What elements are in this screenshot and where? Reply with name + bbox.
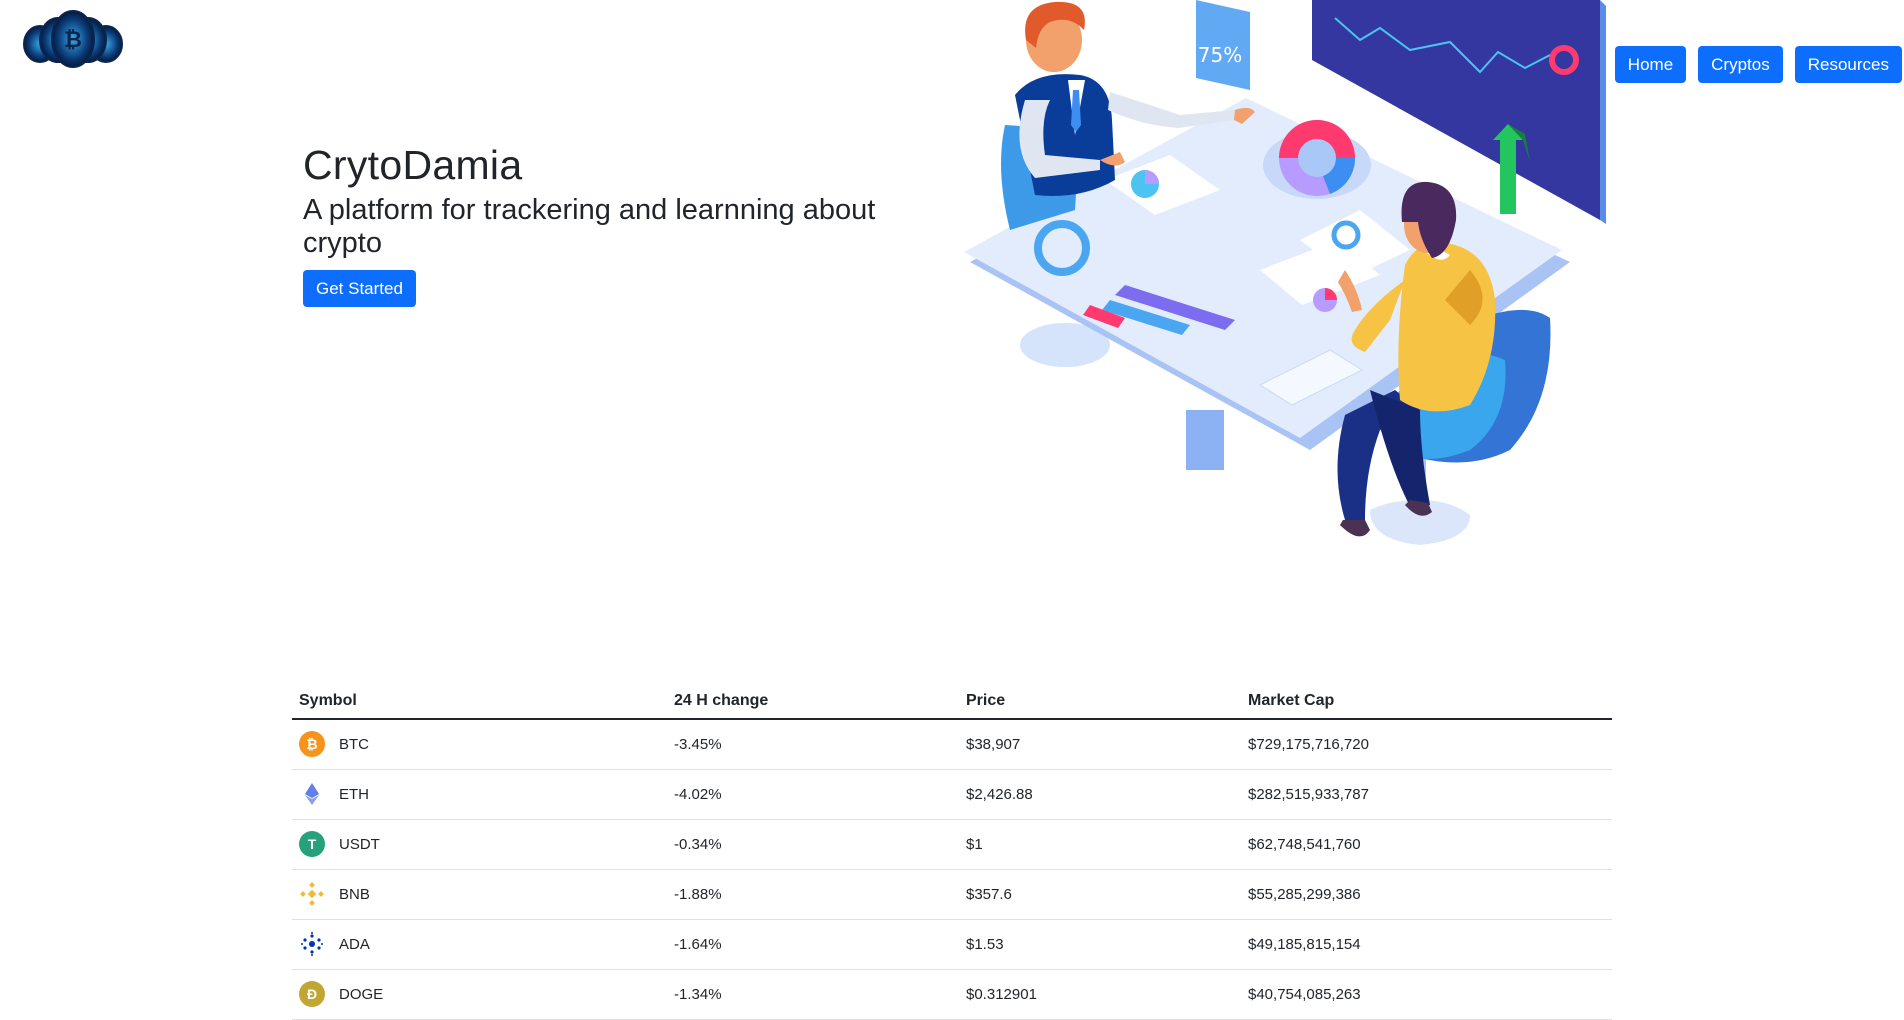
price-cell: $1 <box>959 819 1241 870</box>
change-cell: -4.02% <box>667 769 959 820</box>
bitcoin-icon: ₿ <box>299 731 325 757</box>
market-cap-cell: $40,754,085,263 <box>1241 969 1612 1020</box>
site-title: CrytoDamia <box>303 142 523 188</box>
price-cell: $357.6 <box>959 869 1241 920</box>
table-row[interactable]: BNB -1.88% $357.6 $55,285,299,386 <box>292 869 1612 920</box>
change-cell: -1.88% <box>667 869 959 920</box>
market-cap-cell: $282,515,933,787 <box>1241 769 1612 820</box>
table-row[interactable]: ETH -4.02% $2,426.88 $282,515,933,787 <box>292 769 1612 820</box>
price-cell: $2,426.88 <box>959 769 1241 820</box>
coin-symbol: ETH <box>339 785 369 803</box>
coin-symbol: ADA <box>339 935 370 953</box>
percent-badge-icon: 75% <box>1196 0 1250 90</box>
coin-symbol: DOGE <box>339 985 384 1003</box>
office-meeting-illustration-icon: 75% <box>964 0 1606 545</box>
market-cap-cell: $729,175,716,720 <box>1241 719 1612 770</box>
donut-chart-icon <box>1279 120 1356 196</box>
column-header-market-cap[interactable]: Market Cap <box>1241 684 1612 720</box>
table-row[interactable]: T USDT -0.34% $1 $62,748,541,760 <box>292 819 1612 870</box>
coin-symbol: BTC <box>339 735 369 753</box>
site-tagline: A platform for trackering and learnning … <box>303 194 876 259</box>
column-header-symbol[interactable]: Symbol <box>292 684 667 720</box>
svg-text:₿: ₿ <box>64 28 82 53</box>
market-cap-cell: $55,285,299,386 <box>1241 869 1612 920</box>
table-row[interactable]: ₿ BTC -3.45% $38,907 $729,175,716,720 <box>292 719 1612 770</box>
cardano-icon <box>299 931 325 957</box>
price-cell: $38,907 <box>959 719 1241 770</box>
nav-cryptos-button[interactable]: Cryptos <box>1698 46 1783 83</box>
coin-symbol: BNB <box>339 885 370 903</box>
ethereum-icon <box>299 781 325 807</box>
change-cell: -3.45% <box>667 719 959 770</box>
price-cell: $0.312901 <box>959 969 1241 1020</box>
dogecoin-icon: Ð <box>299 981 325 1007</box>
get-started-button[interactable]: Get Started <box>303 270 416 307</box>
site-logo[interactable]: ₿ <box>18 6 128 72</box>
hero-section: CrytoDamia A platform for trackering and… <box>303 140 923 307</box>
coin-symbol: USDT <box>339 835 380 853</box>
tether-icon: T <box>299 831 325 857</box>
market-cap-cell: $49,185,815,154 <box>1241 919 1612 970</box>
price-cell: $1.53 <box>959 919 1241 970</box>
crypto-coins-logo-icon: ₿ <box>23 10 123 68</box>
column-header-price[interactable]: Price <box>959 684 1241 720</box>
market-cap-cell: $62,748,541,760 <box>1241 819 1612 870</box>
svg-text:75%: 75% <box>1198 43 1242 67</box>
change-cell: -1.34% <box>667 969 959 1020</box>
nav-resources-button[interactable]: Resources <box>1794 46 1902 83</box>
binance-icon <box>299 881 325 907</box>
crypto-table: Symbol 24 H change Price Market Cap ₿ BT… <box>292 684 1612 1020</box>
table-header-row: Symbol 24 H change Price Market Cap <box>292 684 1612 720</box>
table-row[interactable]: ADA -1.64% $1.53 $49,185,815,154 <box>292 919 1612 970</box>
change-cell: -1.64% <box>667 919 959 970</box>
crypto-table-container: Symbol 24 H change Price Market Cap ₿ BT… <box>292 684 1612 1020</box>
change-cell: -0.34% <box>667 819 959 870</box>
column-header-change[interactable]: 24 H change <box>667 684 959 720</box>
nav-home-button[interactable]: Home <box>1614 46 1687 83</box>
hero-illustration: 75% <box>950 0 1610 590</box>
top-nav: Home Cryptos Resources <box>1614 46 1902 83</box>
table-row[interactable]: Ð DOGE -1.34% $0.312901 $40,754,085,263 <box>292 969 1612 1020</box>
